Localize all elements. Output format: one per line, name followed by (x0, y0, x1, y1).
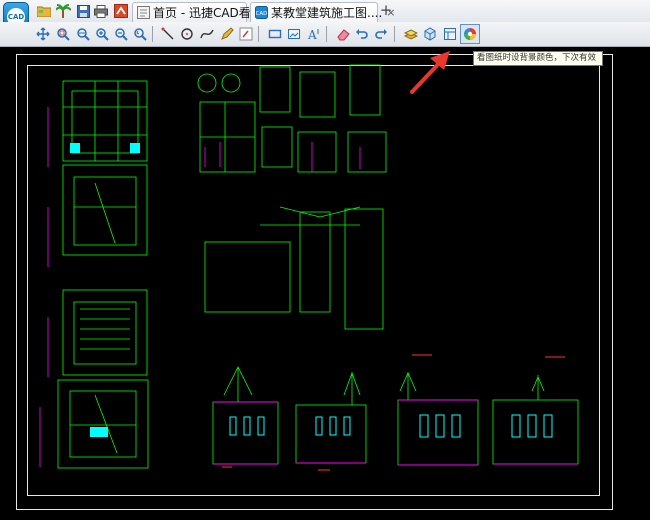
text-icon[interactable]: A (306, 26, 322, 42)
toolbar-separator (258, 26, 259, 42)
save-icon[interactable] (75, 3, 91, 19)
3d-view-icon[interactable] (422, 26, 438, 42)
cad-drawing (39, 64, 579, 471)
pan-icon[interactable] (35, 26, 51, 42)
text-edit-icon[interactable] (238, 26, 254, 42)
zoom-in-icon[interactable] (94, 26, 110, 42)
pencil-icon[interactable] (219, 26, 235, 42)
tab-home[interactable]: 首页 - 迅捷CAD看图 (132, 2, 263, 22)
toolbar-separator (394, 26, 395, 42)
zoom-extents-icon[interactable] (75, 26, 91, 42)
svg-text:A: A (307, 28, 317, 41)
floor-plans (57, 80, 149, 469)
rectangle-icon[interactable] (267, 26, 283, 42)
line-icon[interactable] (160, 26, 176, 42)
toolbar: A (0, 22, 650, 47)
home-page-icon (137, 6, 150, 19)
background-color-icon[interactable] (460, 24, 480, 44)
folder-icon[interactable] (36, 3, 52, 19)
title-marks (222, 354, 565, 471)
zoom-out-icon[interactable] (113, 26, 129, 42)
title-bar: CAD 首页 - 迅捷CAD看图 CAD 某教堂建筑施工图.... × + (0, 0, 650, 32)
tooltip: 看图纸时设背景颜色，下次有效 (473, 51, 603, 66)
plan-dimensions (39, 107, 49, 467)
eraser-icon[interactable] (335, 26, 351, 42)
toolbar-separator (326, 26, 327, 42)
polyline-icon[interactable] (199, 26, 215, 42)
export-icon[interactable] (113, 3, 129, 19)
red-arrow-annotation (410, 51, 450, 94)
toolbar-separator (152, 26, 153, 42)
drawing-canvas[interactable] (0, 47, 650, 520)
zoom-previous-icon[interactable] (132, 26, 148, 42)
detail-accents (204, 142, 361, 172)
elevation-outlines (213, 399, 578, 466)
undo-icon[interactable] (354, 26, 370, 42)
details-sheet (197, 64, 387, 330)
svg-text:CAD: CAD (256, 11, 268, 17)
image-icon[interactable] (286, 26, 302, 42)
elevations (212, 366, 579, 466)
palm-tree-icon[interactable] (55, 3, 71, 19)
tab-drawing[interactable]: CAD 某教堂建筑施工图.... × (250, 2, 395, 22)
redo-icon[interactable] (373, 26, 389, 42)
layer-icon[interactable] (403, 26, 419, 42)
layout-icon[interactable] (442, 26, 458, 42)
circle-icon[interactable] (179, 26, 195, 42)
print-icon[interactable] (93, 3, 109, 19)
zoom-window-icon[interactable] (55, 26, 71, 42)
new-tab-button[interactable]: + (379, 3, 393, 19)
tab-drawing-label: 某教堂建筑施工图.... (271, 6, 383, 20)
cad-file-icon: CAD (255, 6, 268, 19)
tab-home-label: 首页 - 迅捷CAD看图 (153, 6, 263, 20)
